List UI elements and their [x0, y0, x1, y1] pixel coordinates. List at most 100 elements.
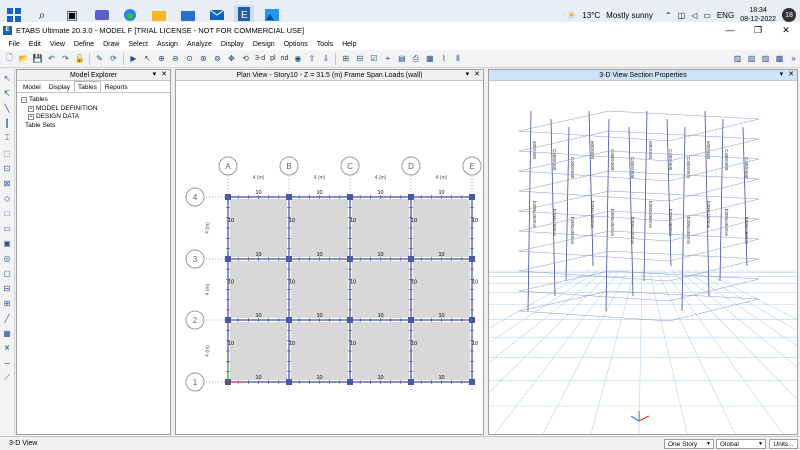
draw-floor-icon[interactable]: ◇ — [2, 192, 13, 204]
move-down-icon[interactable]: ⇩ — [319, 52, 332, 65]
draw-wall-icon[interactable]: ▭ — [2, 222, 13, 234]
battery-icon[interactable]: ▭ — [703, 11, 711, 20]
notification-badge[interactable]: 18 — [782, 8, 796, 22]
draw-section-cut-icon[interactable]: ╱ — [2, 312, 13, 324]
maximize-button[interactable]: ❐ — [744, 22, 772, 38]
close-button[interactable]: ✕ — [772, 22, 800, 38]
tree-item-design-data[interactable]: + DESIGN DATA — [21, 113, 170, 122]
minimize-button[interactable]: — — [716, 22, 744, 38]
lock-icon[interactable]: 🔓 — [73, 52, 86, 65]
draw-tendon-icon[interactable]: ▢ — [2, 267, 13, 279]
menu-display[interactable]: Display — [216, 41, 248, 48]
menu-assign[interactable]: Assign — [152, 41, 182, 48]
draw-ruler-icon[interactable]: ⟋ — [2, 372, 13, 384]
new-model-icon[interactable]: 🗋 — [3, 52, 16, 65]
draw-dimension-icon[interactable]: ⊟ — [2, 282, 13, 294]
menu-draw[interactable]: Draw — [99, 41, 124, 48]
open-icon[interactable]: 📂 — [17, 52, 30, 65]
menu-options[interactable]: Options — [279, 41, 312, 48]
close-panel-icon[interactable]: ✕ — [161, 70, 167, 78]
zoom-fit-icon[interactable]: ⊙ — [183, 52, 196, 65]
design-composite-icon[interactable]: ▨ — [759, 52, 772, 65]
select-pointer-icon[interactable]: ↖ — [2, 72, 13, 84]
display-options-icon[interactable]: ▦ — [423, 52, 436, 65]
draw-wave-icon[interactable]: ∼ — [2, 357, 13, 369]
draw-grid-icon[interactable]: ▦ — [2, 327, 13, 339]
pan-icon[interactable]: ✥ — [225, 52, 238, 65]
tab-reports[interactable]: Reports — [101, 81, 132, 92]
menu-help[interactable]: Help — [338, 41, 361, 48]
draw-line-icon[interactable]: ╲ — [2, 102, 13, 114]
view-3d-button[interactable]: 3-d — [253, 52, 267, 65]
zoom-out-icon[interactable]: ⊖ — [169, 52, 182, 65]
move-up-icon[interactable]: ⇧ — [305, 52, 318, 65]
redo-icon[interactable]: ↷ — [59, 52, 72, 65]
expand-icon[interactable]: + — [28, 105, 34, 112]
draw-opening-icon[interactable]: ▣ — [2, 237, 13, 249]
menu-edit[interactable]: Edit — [24, 41, 45, 48]
tab-tables[interactable]: Tables — [74, 81, 101, 92]
draw-secondary-beam-icon[interactable]: ⊡ — [2, 162, 13, 174]
collapse-icon[interactable]: − — [21, 97, 27, 104]
view-plan-button[interactable]: pl — [268, 52, 277, 65]
weather-icon[interactable]: ☀ — [566, 9, 576, 22]
design-concrete-icon[interactable]: ▧ — [745, 52, 758, 65]
chevron-up-icon[interactable]: ⌃ — [665, 11, 672, 20]
draw-column-icon[interactable]: ⌶ — [2, 132, 13, 144]
draw-link-icon[interactable]: ◎ — [2, 252, 13, 264]
menu-analyze[interactable]: Analyze — [182, 41, 216, 48]
refresh-icon[interactable]: ⟳ — [107, 52, 120, 65]
undo-icon[interactable]: ↶ — [45, 52, 58, 65]
dropdown-icon[interactable]: ▾ — [153, 70, 157, 78]
menu-file[interactable]: File — [4, 41, 24, 48]
zoom-in-icon[interactable]: ⊕ — [155, 52, 168, 65]
pencil-icon[interactable]: ✎ — [93, 52, 106, 65]
draw-rectangular-area-icon[interactable]: □ — [2, 207, 13, 219]
volume-icon[interactable]: ◁ — [691, 11, 697, 20]
menu-design[interactable]: Design — [248, 41, 279, 48]
tab-display[interactable]: Display — [45, 81, 74, 92]
toolbar-overflow-icon[interactable]: » — [787, 52, 800, 65]
reshape-icon[interactable]: ↸ — [2, 87, 13, 99]
units-button[interactable]: Units... — [769, 439, 798, 449]
menu-tools[interactable]: Tools — [312, 41, 337, 48]
grid-options-icon[interactable]: ⊟ — [353, 52, 366, 65]
story-dropdown[interactable]: One Story ▼ — [664, 439, 714, 449]
column-design-icon[interactable]: ▩ — [773, 52, 786, 65]
language-indicator[interactable]: ENG — [717, 11, 734, 20]
draw-beam-icon[interactable]: ┃ — [2, 117, 13, 129]
show-options-icon[interactable]: ▤ — [395, 52, 408, 65]
zoom-previous-icon[interactable]: ⊚ — [211, 52, 224, 65]
save-icon[interactable]: 💾 — [31, 52, 44, 65]
menu-view[interactable]: View — [45, 41, 69, 48]
show-forces-icon[interactable]: ⫴ — [451, 52, 464, 65]
draw-x-brace-icon[interactable]: ⊠ — [2, 177, 13, 189]
pointer-icon[interactable]: ↖ — [141, 52, 154, 65]
menu-define[interactable]: Define — [69, 41, 98, 48]
tab-model[interactable]: Model — [19, 81, 45, 92]
plan-view-canvas[interactable]: A B C D E 4 3 2 1 4 (m) 4 (m) 4 (m) 4 (m) 4 (m) 4 (m) 4… — [176, 81, 483, 434]
tree-item-model-definition[interactable]: + MODEL DEFINITION — [21, 105, 170, 114]
rotate-icon[interactable]: ⟲ — [239, 52, 252, 65]
design-steel-icon[interactable]: ▥ — [731, 52, 744, 65]
zoom-window-icon[interactable]: ⊛ — [197, 52, 210, 65]
menu-select[interactable]: Select — [124, 41, 152, 48]
select-all-icon[interactable]: ☑ — [367, 52, 380, 65]
close-view-icon[interactable]: ✕ — [788, 70, 794, 78]
tree-item-table-sets[interactable]: Table Sets — [21, 122, 170, 131]
print-icon[interactable]: ⎙ — [409, 52, 422, 65]
network-icon[interactable]: ◫ — [678, 11, 686, 20]
close-view-icon[interactable]: ✕ — [474, 70, 480, 78]
run-analysis-icon[interactable]: ▶ — [127, 52, 140, 65]
grid-icon[interactable]: ⊞ — [339, 52, 352, 65]
dropdown-icon[interactable]: ▾ — [780, 70, 784, 78]
draw-reference-icon[interactable]: ⊞ — [2, 297, 13, 309]
tree-item-tables[interactable]: − Tables — [21, 96, 170, 105]
draw-brace-icon[interactable]: ⬚ — [2, 147, 13, 159]
view-elevation-button[interactable]: nd — [279, 52, 291, 65]
draw-stair-icon[interactable]: ⩙ — [2, 342, 13, 354]
snap-icon[interactable]: ⌖ — [381, 52, 394, 65]
3d-view-canvas[interactable]: 600X600 b300x450mm C400X600 b300x450mm C400X… — [302, 81, 800, 435]
expand-icon[interactable]: + — [28, 114, 34, 121]
dropdown-icon[interactable]: ▾ — [466, 70, 470, 78]
